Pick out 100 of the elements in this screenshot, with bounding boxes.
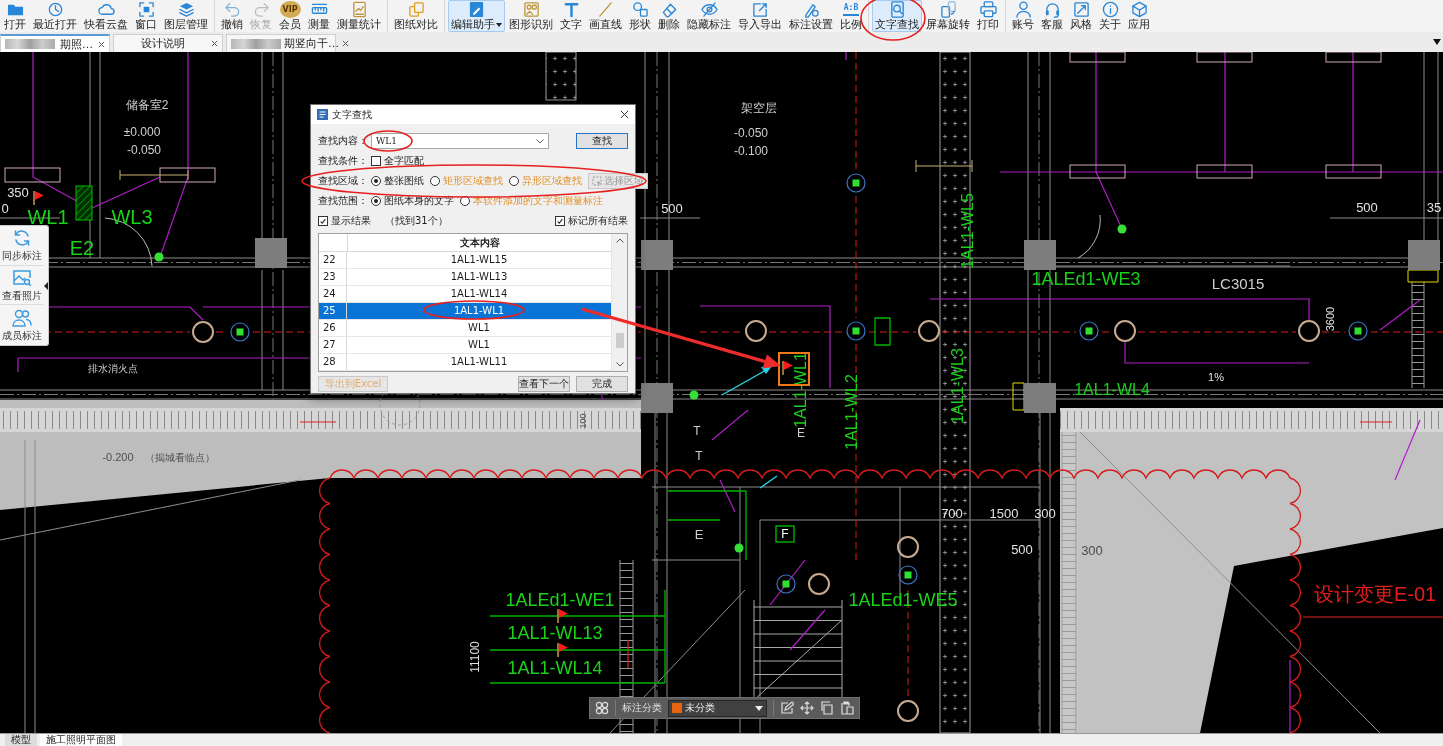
toolbar-button[interactable]: 画直线 (586, 0, 625, 32)
close-icon[interactable] (342, 40, 349, 47)
table-cell: 1AL1-WL13 (450, 271, 508, 282)
chevron-down-icon[interactable] (615, 362, 624, 367)
toolbar-button[interactable]: VIP 会员 (276, 0, 304, 32)
toolbar-button[interactable]: 风格 (1067, 0, 1095, 32)
checkbox-label[interactable]: 显示结果 (331, 214, 371, 228)
scrollbar-thumb[interactable] (615, 333, 624, 348)
toolbar-button[interactable]: 应用 (1125, 0, 1153, 32)
toolbar-button[interactable]: 账号 (1009, 0, 1037, 32)
toolbar-button[interactable]: 最近打开 (30, 0, 80, 32)
dimension-label: 500 (1356, 199, 1378, 215)
room-label: 储备室2 (125, 98, 169, 112)
close-icon[interactable] (211, 40, 218, 47)
toolbar-button[interactable]: 隐藏标注 (684, 0, 734, 32)
search-field[interactable]: WL1 (371, 133, 549, 149)
table-row[interactable]: 25 1AL1-WL1 (319, 303, 611, 320)
dialog-button[interactable]: 完成 (576, 376, 628, 392)
grid-icon[interactable] (595, 701, 609, 715)
radio-button[interactable] (460, 196, 470, 206)
row-number: 22 (319, 252, 347, 268)
checkbox[interactable] (555, 216, 565, 226)
checkbox-label[interactable]: 全字匹配 (384, 154, 424, 168)
toolbar-button[interactable]: 快看云盘 (81, 0, 131, 32)
toolbar-button[interactable]: 撤销 (218, 0, 246, 32)
toolbar-button[interactable]: 文字查找 (872, 0, 922, 32)
document-tab[interactable]: 设计说明 (113, 34, 223, 52)
side-panel-button[interactable]: 成员标注 (0, 305, 44, 345)
close-icon[interactable] (98, 40, 105, 48)
table-cell: 1AL1-WL1 (453, 305, 505, 316)
checkbox-label[interactable]: 标记所有结果 (568, 214, 628, 228)
toolbar-button[interactable]: 文字 (557, 0, 585, 32)
move-icon[interactable] (800, 701, 814, 715)
redo-icon (252, 1, 270, 18)
document-tab[interactable]: 期照… (0, 34, 110, 52)
ring-icon (1114, 320, 1136, 342)
room-label: 排水消火点 (88, 362, 138, 374)
revision-label: 设计变更E-01 (1313, 583, 1437, 605)
close-icon[interactable] (620, 110, 629, 119)
table-row[interactable]: 28 1AL1-WL11 (319, 354, 611, 371)
room-label: E (694, 526, 704, 542)
clock-icon (46, 1, 64, 18)
toolbar-button[interactable]: 形状 (626, 0, 654, 32)
room-label: T (695, 449, 703, 463)
radio-label[interactable]: 整张图纸 (384, 174, 424, 188)
scrollbar[interactable] (611, 234, 627, 371)
paste-icon[interactable] (840, 701, 854, 715)
chevron-up-icon[interactable] (615, 238, 624, 243)
caret-down-icon[interactable] (1433, 39, 1441, 45)
table-row[interactable]: 22 1AL1-WL15 (319, 252, 611, 269)
ring-icon (918, 320, 940, 342)
edit-document-icon (468, 1, 485, 18)
tag-label: F (775, 525, 795, 543)
toolbar-button[interactable]: 打开 (1, 0, 29, 32)
table-row[interactable]: 27 WL1 (319, 337, 611, 354)
toolbar-button[interactable]: 打印 (974, 0, 1002, 32)
category-dropdown[interactable]: 未分类 (668, 699, 767, 717)
toolbar-button[interactable]: 标注设置 (786, 0, 836, 32)
toolbar-button[interactable]: 图形识别 (506, 0, 556, 32)
toolbar-button[interactable]: 导入导出 (735, 0, 785, 32)
note-label: （揭城看临点） (145, 451, 215, 463)
toolbar-button[interactable]: 测量 (305, 0, 333, 32)
side-panel-button[interactable]: 同步标注 (0, 226, 44, 266)
radio-button[interactable] (371, 176, 381, 186)
dialog-button[interactable]: 查看下一个 (518, 376, 570, 392)
radio-button[interactable] (430, 176, 440, 186)
ring-icon (808, 573, 830, 595)
table-cell: 1AL1-WL15 (450, 254, 508, 265)
layout-tab[interactable]: 模型 (5, 734, 37, 746)
checkbox[interactable] (371, 156, 381, 166)
layout-tab[interactable]: 施工照明平面图 (40, 734, 122, 746)
table-row[interactable]: 26 WL1 (319, 320, 611, 337)
edit-icon[interactable] (780, 701, 794, 715)
radio-button[interactable] (509, 176, 519, 186)
checkbox[interactable] (318, 216, 328, 226)
radio-button[interactable] (371, 196, 381, 206)
toolbar-button[interactable]: 窗口 (132, 0, 160, 32)
toolbar-button[interactable]: 测量统计 (334, 0, 384, 32)
circuit-label: WL3 (111, 206, 153, 228)
toolbar-button[interactable]: 图纸对比 (391, 0, 441, 32)
table-cell: WL1 (468, 339, 490, 350)
circuit-label: 1AL1-WL1 (791, 352, 809, 428)
toolbar-button[interactable]: 图层管理 (161, 0, 211, 32)
toolbar-button[interactable]: 关于 (1096, 0, 1124, 32)
focus-frame-icon (137, 1, 155, 18)
vip-badge: VIP (279, 1, 301, 18)
toolbar-button[interactable]: 删除 (655, 0, 683, 32)
find-button[interactable]: 查找 (576, 133, 628, 149)
side-panel-button[interactable]: 查看照片 (0, 265, 44, 306)
table-row[interactable]: 23 1AL1-WL13 (319, 269, 611, 286)
field-label: 查找条件： (318, 154, 368, 168)
toolbar-button[interactable]: A:B 比例 (837, 0, 865, 32)
picture-search-icon (12, 268, 32, 288)
text-t-icon (562, 1, 580, 18)
row-number: 24 (319, 286, 347, 302)
collapse-arrow-icon[interactable] (44, 281, 48, 290)
toolbar-button[interactable]: 客服 (1038, 0, 1066, 32)
toolbar-button[interactable]: 编辑助手 (448, 0, 505, 32)
toolbar-button[interactable]: 屏幕旋转 (923, 0, 973, 32)
copy-icon[interactable] (820, 701, 834, 715)
